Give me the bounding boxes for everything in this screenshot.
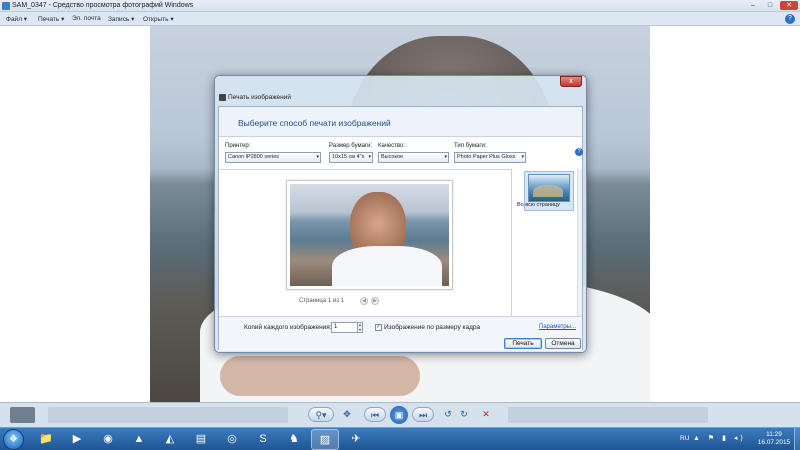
menu-burn[interactable]: Запись ▾ [108, 15, 134, 23]
menu-file[interactable]: Файл ▾ [6, 15, 27, 23]
layout-full-page-label: Во всю страницу [517, 202, 560, 208]
chevron-down-icon: ▾ [444, 154, 447, 160]
show-desktop-button[interactable] [794, 428, 800, 450]
menu-bar: Файл ▾ Печать ▾ Эл. почта Запись ▾ Откры… [0, 12, 800, 26]
copies-stepper[interactable]: ▲ ▼ [357, 322, 363, 333]
vlc-icon[interactable]: ◭ [156, 429, 184, 450]
explorer-icon[interactable]: 📁 [32, 429, 60, 450]
dialog-help-icon[interactable]: ? [575, 148, 583, 156]
paper-size-select[interactable]: 10x15 см 4"x ▾ [329, 152, 373, 163]
printer-value: Canon iP2800 series [228, 154, 280, 160]
document-icon[interactable]: ▤ [187, 429, 215, 450]
dialog-header: Выберите способ печати изображений [219, 107, 582, 137]
chevron-down-icon: ▾ [368, 154, 371, 160]
chevron-down-icon: ▾ [521, 154, 524, 160]
layout-list: Во всю страницу [513, 169, 582, 316]
menu-print[interactable]: Печать ▾ [38, 15, 64, 23]
layout-scrollbar[interactable] [577, 169, 582, 316]
window-title: SAM_0347 - Средство просмотра фотографий… [12, 2, 194, 9]
file-details-blurred [508, 407, 708, 423]
page-indicator: Страница 1 из 1 [299, 298, 344, 304]
viewer-controls: ⚲▾ ✥ ⏮ ▣ ⏭ ↺ ↻ ✕ [300, 404, 500, 426]
window-titlebar: SAM_0347 - Средство просмотра фотографий… [0, 0, 800, 12]
dialog-close-button[interactable]: x [560, 76, 582, 87]
dialog-client: Выберите способ печати изображений Принт… [218, 106, 583, 351]
file-info-blurred [48, 407, 288, 423]
print-button[interactable]: Печать [504, 338, 542, 349]
dialog-footer: Копий каждого изображения: 1 ▲ ▼ ✓ Изобр… [219, 316, 582, 351]
game-icon[interactable]: ♞ [280, 429, 308, 450]
stepper-down-icon[interactable]: ▼ [358, 328, 362, 333]
photo-viewer-icon[interactable]: ▨ [311, 429, 339, 450]
layout-thumbnail [528, 174, 570, 202]
preview-photo-shirt [332, 246, 442, 286]
tray-icons[interactable]: ▲ ⚑ ▮ ◂) [693, 434, 746, 442]
print-preview-area: Страница 1 из 1 ◀ ▶ [219, 169, 512, 316]
prev-page-button[interactable]: ◀ [360, 297, 368, 305]
dialog-titlebar: Печать изображений x [215, 76, 586, 106]
paper-type-select[interactable]: Photo Paper Plus Gloss ▾ [454, 152, 526, 163]
next-button[interactable]: ⏭ [412, 407, 434, 422]
print-dialog: Печать изображений x Выберите способ печ… [214, 75, 587, 353]
airplane-icon[interactable]: ✈ [342, 429, 370, 450]
paper-size-label: Размер бумаги: [329, 143, 373, 149]
paper-type-value: Photo Paper Plus Gloss [457, 154, 516, 160]
cancel-button[interactable]: Отмена [545, 338, 581, 349]
clock[interactable]: 11:29 16.07.2015 [756, 431, 792, 447]
previous-button[interactable]: ⏮ [364, 407, 386, 422]
print-preview-page [286, 180, 453, 290]
maximize-button[interactable]: □ [763, 1, 777, 10]
photo-viewer-app-icon [2, 2, 10, 10]
fit-to-frame-label[interactable]: Изображение по размеру кадра [384, 324, 480, 331]
printer-select[interactable]: Canon iP2800 series ▾ [225, 152, 321, 163]
clock-date: 16.07.2015 [757, 439, 791, 446]
media-player-icon[interactable]: ▶ [63, 429, 91, 450]
skype-icon[interactable]: S [249, 429, 277, 450]
disc-icon[interactable]: ◎ [218, 429, 246, 450]
printer-label: Принтер: [225, 143, 251, 149]
copies-label: Копий каждого изображения: [244, 324, 332, 331]
quality-value: Высокое [381, 154, 404, 160]
quality-label: Качество: [378, 143, 406, 149]
dialog-heading: Выберите способ печати изображений [238, 118, 391, 128]
menu-email[interactable]: Эл. почта [72, 15, 101, 22]
paper-type-label: Тип бумаги: [454, 143, 487, 149]
delete-button[interactable]: ✕ [480, 407, 492, 422]
options-link[interactable]: Параметры... [539, 324, 576, 330]
help-icon[interactable]: ? [785, 14, 795, 24]
rotate-left-button[interactable]: ↺ [442, 407, 454, 422]
stepper-up-icon[interactable]: ▲ [358, 323, 362, 328]
language-indicator[interactable]: RU [680, 435, 689, 442]
dialog-title: Печать изображений [228, 94, 292, 101]
taskbar: ❖ 📁 ▶ ◉ ▲ ◭ ▤ ◎ S ♞ ▨ ✈ RU ▲ ⚑ ▮ ◂) 11:2… [0, 427, 800, 450]
copies-input[interactable]: 1 [331, 322, 359, 333]
chevron-down-icon: ▾ [316, 154, 319, 160]
next-page-button[interactable]: ▶ [371, 297, 379, 305]
zoom-button[interactable]: ⚲▾ [308, 407, 334, 422]
printer-icon [219, 94, 226, 101]
quality-select[interactable]: Высокое ▾ [378, 152, 449, 163]
rotate-right-button[interactable]: ↻ [458, 407, 470, 422]
clock-time: 11:29 [766, 431, 782, 438]
thumbnail-blurred [10, 407, 35, 423]
preview-photo [290, 184, 449, 286]
chrome-icon[interactable]: ◉ [94, 429, 122, 450]
photo-person-arm [220, 356, 420, 396]
aimp-icon[interactable]: ▲ [125, 429, 153, 450]
slideshow-button[interactable]: ▣ [388, 404, 410, 426]
start-button[interactable]: ❖ [3, 429, 24, 450]
minimize-button[interactable]: – [746, 1, 760, 10]
actual-size-button[interactable]: ✥ [340, 407, 354, 422]
paper-size-value: 10x15 см 4"x [332, 154, 365, 160]
close-button[interactable]: ✕ [780, 1, 798, 10]
menu-open[interactable]: Открыть ▾ [143, 15, 174, 23]
fit-to-frame-checkbox[interactable]: ✓ [375, 324, 382, 331]
layout-thumbnail-landscape [533, 185, 563, 197]
